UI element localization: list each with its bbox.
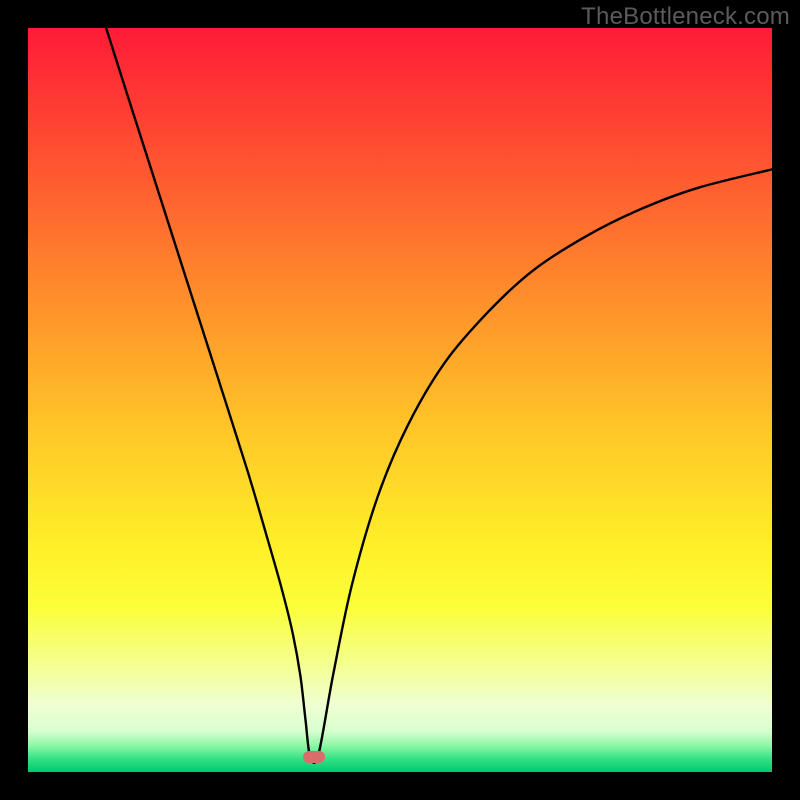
optimum-marker	[303, 751, 325, 763]
watermark-text: TheBottleneck.com	[581, 3, 790, 31]
chart-frame: TheBottleneck.com	[0, 0, 800, 800]
plot-area	[28, 28, 772, 772]
gradient-background	[28, 28, 772, 772]
chart-svg	[28, 28, 772, 772]
